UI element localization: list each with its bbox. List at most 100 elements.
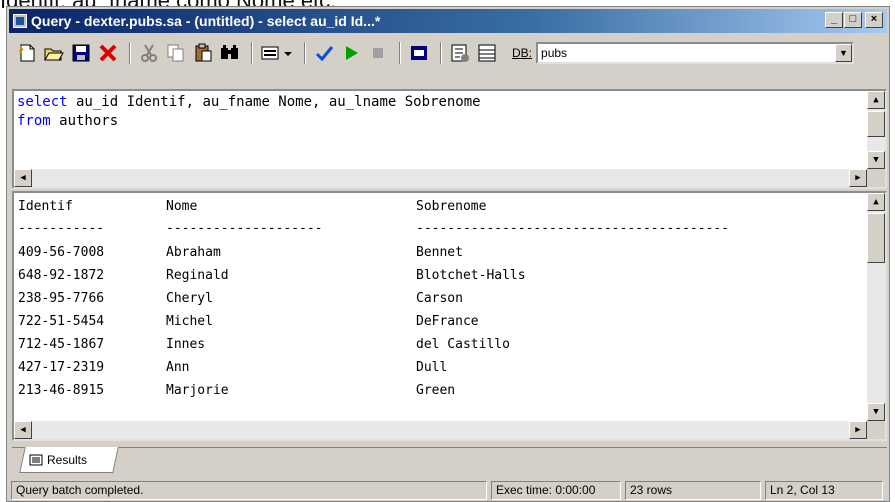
query-app-icon: [13, 14, 27, 28]
scroll-up-icon[interactable]: ▲: [867, 91, 885, 109]
results-pane[interactable]: Identif Nome Sobrenome ----------- -----…: [12, 191, 887, 441]
scroll-corner: [867, 421, 885, 439]
table-row: 409-56-7008 Abraham Bennet: [18, 245, 463, 263]
cell-sobrenome: del Castillo: [416, 337, 510, 352]
sql-keyword: select: [17, 94, 68, 110]
window-title: Query - dexter.pubs.sa - (untitled) - se…: [31, 13, 381, 29]
table-row: 213-46-8915 Marjorie Green: [18, 383, 455, 401]
close-button[interactable]: ×: [865, 12, 883, 28]
options-icon[interactable]: [448, 41, 472, 65]
cell-nome: Cheryl: [166, 291, 213, 306]
cell-identif: 213-46-8915: [18, 383, 105, 398]
results-horizontal-scrollbar[interactable]: ◀ ▶: [14, 421, 867, 439]
db-label: DB:: [512, 46, 533, 60]
query-editor[interactable]: select au_id Identif, au_fname Nome, au_…: [12, 89, 887, 189]
code-line-1: select au_id Identif, au_fname Nome, au_…: [17, 94, 481, 110]
cell-identif: 409-56-7008: [18, 245, 105, 260]
cell-identif: 722-51-5454: [18, 314, 105, 329]
execute-icon[interactable]: [339, 41, 363, 65]
scroll-thumb[interactable]: [867, 213, 885, 263]
cut-icon[interactable]: [137, 41, 161, 65]
table-row: 427-17-2319 Ann Dull: [18, 360, 447, 378]
open-icon[interactable]: [42, 41, 66, 65]
chevron-down-icon[interactable]: ▼: [835, 44, 853, 62]
status-bar: Query batch completed. Exec time: 0:00:0…: [9, 479, 887, 501]
editor-vertical-scrollbar[interactable]: ▲ ▼: [867, 91, 885, 169]
results-header-row: Identif Nome Sobrenome: [18, 199, 486, 217]
title-bar[interactable]: Query - dexter.pubs.sa - (untitled) - se…: [9, 9, 887, 33]
sql-text: authors: [50, 113, 119, 129]
column-header: Identif: [18, 199, 73, 214]
cell-identif: 648-92-1872: [18, 268, 105, 283]
cell-nome: Marjorie: [166, 383, 229, 398]
column-header: Sobrenome: [416, 199, 487, 214]
editor-horizontal-scrollbar[interactable]: ◀ ▶: [14, 169, 867, 187]
cell-nome: Ann: [166, 360, 190, 375]
results-tab-bar: Results: [12, 447, 887, 477]
status-exec-time: Exec time: 0:00:00: [491, 481, 621, 500]
table-row: 722-51-5454 Michel DeFrance: [18, 314, 479, 332]
check-icon[interactable]: [312, 41, 336, 65]
column-header: Nome: [166, 199, 198, 214]
scroll-up-icon[interactable]: ▲: [867, 193, 885, 211]
results-mode-icon[interactable]: [259, 41, 295, 65]
cell-sobrenome: Bennet: [416, 245, 463, 260]
status-cursor-position: Ln 2, Col 13: [765, 481, 883, 500]
scroll-right-icon[interactable]: ▶: [849, 169, 867, 187]
maximize-button[interactable]: □: [844, 12, 862, 28]
cell-identif: 712-45-1867: [18, 337, 105, 352]
scroll-right-icon[interactable]: ▶: [849, 421, 867, 439]
cell-nome: Michel: [166, 314, 213, 329]
toolbar-separator: [304, 42, 306, 64]
column-divider: --------------------: [166, 221, 323, 236]
tab-results-label: Results: [47, 452, 88, 467]
cell-identif: 427-17-2319: [18, 360, 105, 375]
grid-icon[interactable]: [475, 41, 499, 65]
toolbar-separator: [251, 42, 253, 64]
column-divider: -----------: [18, 221, 105, 236]
status-row-count: 23 rows: [625, 481, 761, 500]
copy-icon[interactable]: [164, 41, 188, 65]
toolbar-separator: [399, 42, 401, 64]
sql-text: au_id Identif, au_fname Nome, au_lname S…: [67, 94, 481, 110]
code-line-2: from authors: [17, 113, 118, 129]
scroll-down-icon[interactable]: ▼: [867, 151, 885, 169]
minimize-button[interactable]: _: [825, 12, 843, 28]
cell-sobrenome: Blotchet-Halls: [416, 268, 526, 283]
cell-sobrenome: DeFrance: [416, 314, 479, 329]
cell-sobrenome: Green: [416, 383, 456, 398]
toolbar-separator: [440, 42, 442, 64]
new-icon[interactable]: [15, 41, 39, 65]
scroll-thumb[interactable]: [867, 111, 885, 137]
cell-nome: Abraham: [166, 245, 221, 260]
sql-keyword: from: [17, 113, 51, 129]
cell-nome: Reginald: [166, 268, 229, 283]
column-divider: ----------------------------------------: [416, 221, 730, 236]
results-divider-row: ----------- -------------------- -------…: [18, 221, 729, 239]
cell-nome: Innes: [166, 337, 206, 352]
query-window: Query - dexter.pubs.sa - (untitled) - se…: [6, 6, 890, 502]
tab-results[interactable]: Results: [19, 447, 119, 473]
table-row: 648-92-1872 Reginald Blotchet-Halls: [18, 268, 526, 286]
results-vertical-scrollbar[interactable]: ▲ ▼: [867, 193, 885, 421]
table-row: 712-45-1867 Innes del Castillo: [18, 337, 510, 355]
scroll-left-icon[interactable]: ◀: [14, 169, 32, 187]
delete-icon[interactable]: [96, 41, 120, 65]
toolbar-separator: [129, 42, 131, 64]
cell-sobrenome: Carson: [416, 291, 463, 306]
cell-identif: 238-95-7766: [18, 291, 105, 306]
plan-icon[interactable]: [407, 41, 431, 65]
scroll-down-icon[interactable]: ▼: [867, 403, 885, 421]
find-icon[interactable]: [218, 41, 242, 65]
scroll-left-icon[interactable]: ◀: [14, 421, 32, 439]
save-icon[interactable]: [69, 41, 93, 65]
tab-bar-line: [12, 447, 887, 448]
toolbar: DB: pubs ▼: [9, 37, 887, 69]
grid-icon: [29, 454, 43, 465]
cell-sobrenome: Dull: [416, 360, 448, 375]
database-select[interactable]: pubs ▼: [536, 42, 855, 64]
database-value: pubs: [541, 46, 568, 60]
paste-icon[interactable]: [191, 41, 215, 65]
status-message: Query batch completed.: [11, 481, 487, 500]
stop-icon[interactable]: [366, 41, 390, 65]
